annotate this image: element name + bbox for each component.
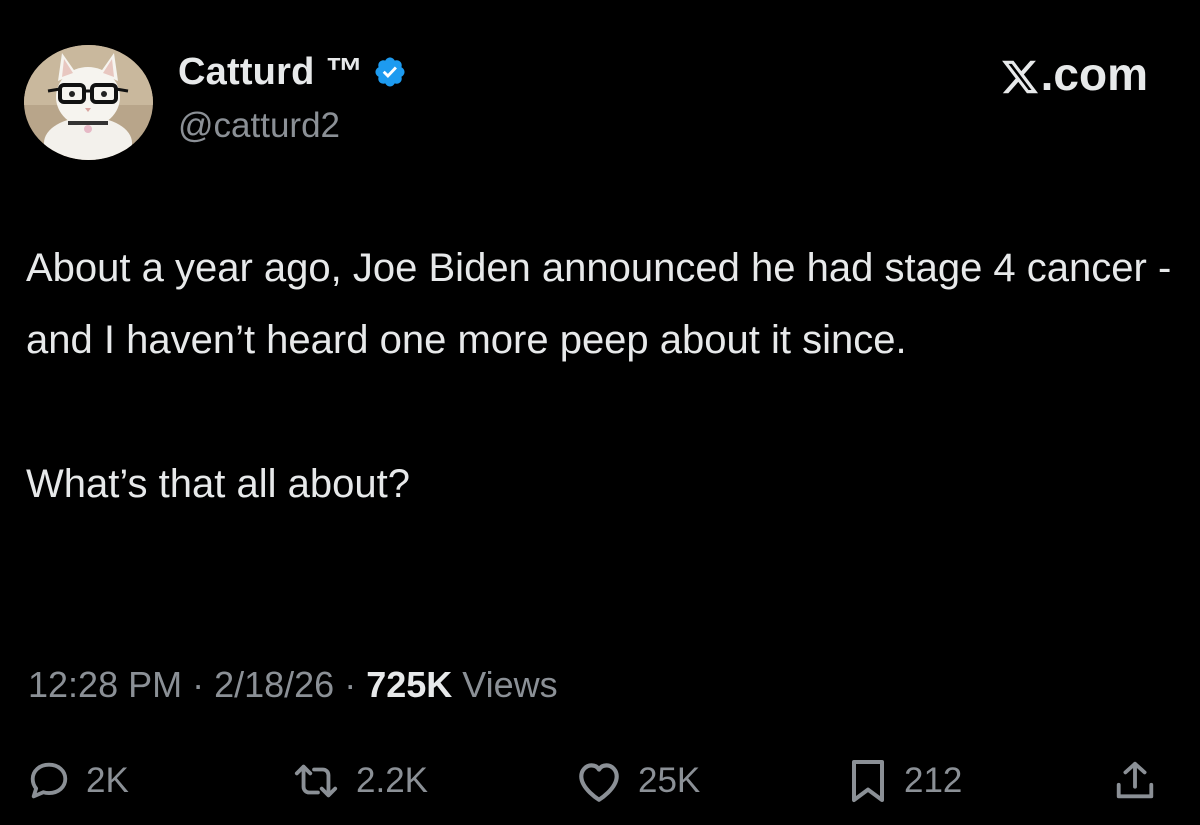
tweet-paragraph: About a year ago, Joe Biden announced he… xyxy=(26,246,1172,362)
repost-count: 2.2K xyxy=(356,761,428,800)
brand-label: .com xyxy=(1040,48,1148,100)
cat-with-glasses-avatar-icon xyxy=(24,45,153,160)
tweet-date[interactable]: 2/18/26 xyxy=(214,664,334,705)
repost-button[interactable]: 2.2K xyxy=(290,750,428,812)
tweet-time[interactable]: 12:28 PM xyxy=(28,664,182,705)
share-icon xyxy=(1116,761,1154,799)
author-display-name[interactable]: Catturd ™ xyxy=(178,51,363,94)
tweet-meta: 12:28 PM · 2/18/26 · 725K Views xyxy=(28,664,558,706)
heart-icon xyxy=(579,763,619,802)
verified-badge-icon xyxy=(373,55,407,89)
tweet-text: About a year ago, Joe Biden announced he… xyxy=(26,232,1186,520)
views-count: 725K xyxy=(366,664,453,705)
share-button[interactable] xyxy=(1112,750,1158,812)
action-bar: 2K 2.2K 25K 212 xyxy=(0,750,1200,812)
like-button[interactable]: 25K xyxy=(574,750,700,812)
reply-bubble-icon xyxy=(30,762,68,799)
bookmark-count: 212 xyxy=(904,761,963,800)
repost-icon xyxy=(294,764,338,798)
reply-button[interactable]: 2K xyxy=(26,750,129,812)
bookmark-button[interactable]: 212 xyxy=(846,750,962,812)
author-handle[interactable]: @catturd2 xyxy=(178,106,340,146)
avatar[interactable] xyxy=(24,45,153,160)
bookmark-icon xyxy=(852,760,884,802)
x-com-logo: .com xyxy=(1000,48,1148,100)
tweet-paragraph: What’s that all about? xyxy=(26,462,410,506)
views-label: Views xyxy=(452,664,558,705)
reply-count: 2K xyxy=(86,761,129,800)
meta-separator: · xyxy=(334,664,367,705)
meta-separator: · xyxy=(182,664,215,705)
like-count: 25K xyxy=(638,761,701,800)
x-logo-icon xyxy=(1000,54,1040,94)
author-name-row: Catturd ™ xyxy=(178,50,407,94)
